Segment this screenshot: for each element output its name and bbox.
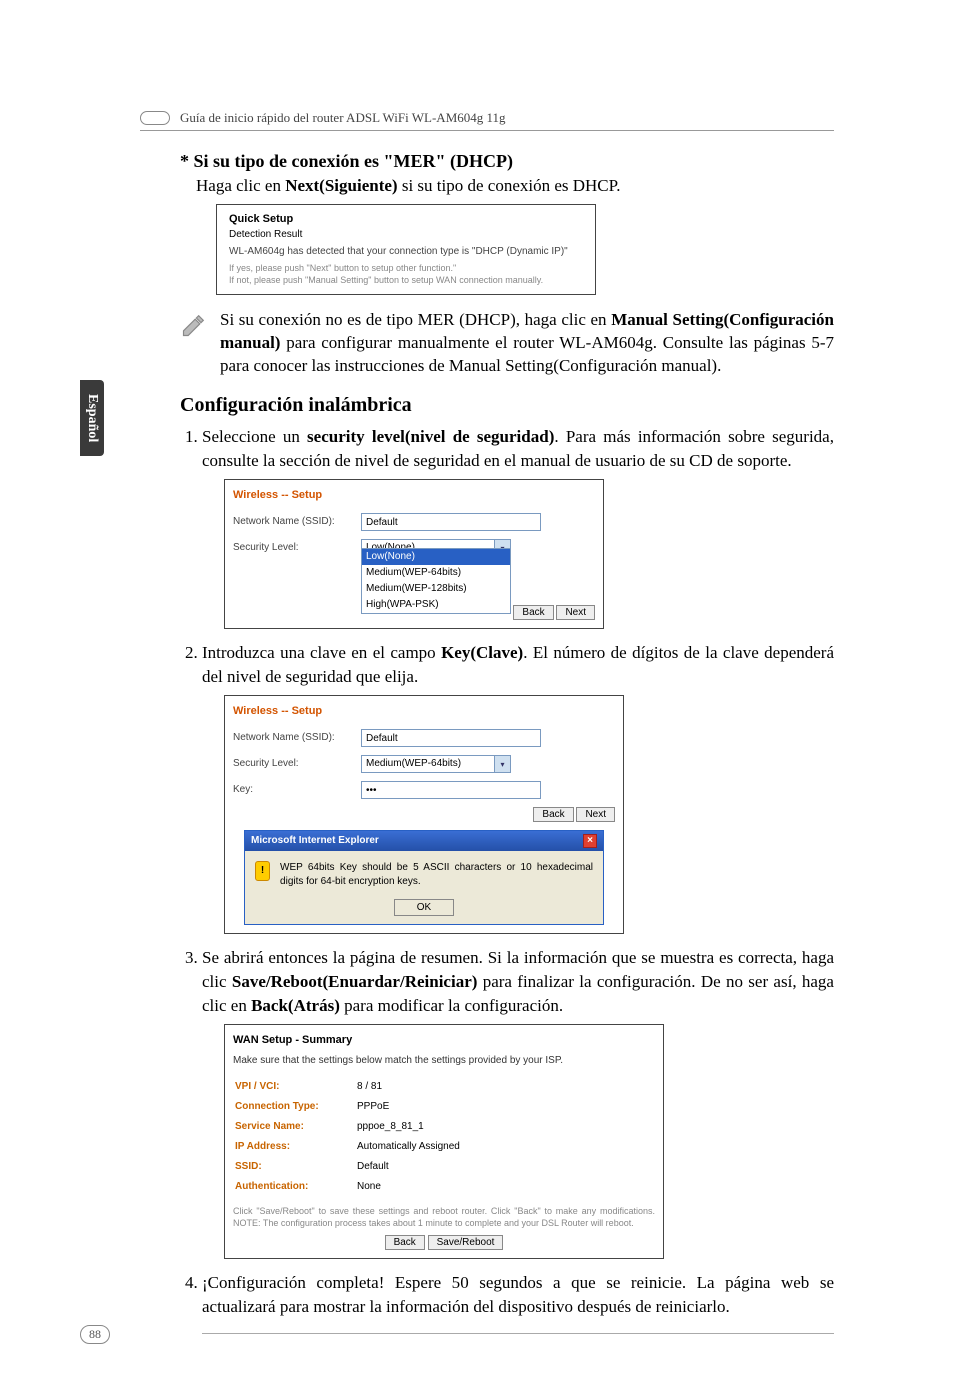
next-button[interactable]: Next [556, 605, 595, 620]
step-3: Se abrirá entonces la página de resumen.… [202, 946, 834, 1259]
security-level-select-2[interactable]: Medium(WEP-64bits) ▾ [361, 755, 511, 773]
quick-setup-screenshot: Quick Setup Detection Result WL-AM604g h… [216, 204, 596, 295]
language-tab: Español [80, 380, 104, 456]
mer-subtext: Haga clic en Next(Siguiente) si su tipo … [180, 176, 834, 196]
ws2-title: Wireless -- Setup [233, 704, 615, 719]
seclevel-label: Security Level: [233, 541, 353, 555]
step-1: Seleccione un security level(nivel de se… [202, 425, 834, 629]
next-button-2[interactable]: Next [576, 807, 615, 822]
security-dropdown[interactable]: Low(None) Medium(WEP-64bits) Medium(WEP-… [361, 548, 511, 614]
wan-summary-shot: WAN Setup - Summary Make sure that the s… [224, 1024, 664, 1260]
back-button[interactable]: Back [513, 605, 553, 620]
ws1-title: Wireless -- Setup [233, 488, 595, 503]
ssid-input-2[interactable] [361, 729, 541, 747]
save-reboot-button[interactable]: Save/Reboot [428, 1235, 504, 1250]
pencil-icon [180, 311, 208, 339]
option-wpa[interactable]: High(WPA-PSK) [362, 597, 510, 613]
option-wep64[interactable]: Medium(WEP-64bits) [362, 565, 510, 581]
router-icon [140, 111, 170, 125]
back-button-2[interactable]: Back [533, 807, 573, 822]
ok-button[interactable]: OK [394, 899, 454, 916]
qs-title: Quick Setup [229, 213, 583, 225]
ssid-label: Network Name (SSID): [233, 515, 353, 529]
ssid-label-2: Network Name (SSID): [233, 731, 353, 745]
mer-heading: * Si su tipo de conexión es "MER" (DHCP) [180, 151, 834, 172]
summary-title: WAN Setup - Summary [233, 1033, 655, 1048]
summary-back-button[interactable]: Back [385, 1235, 425, 1250]
table-row: Service Name:pppoe_8_81_1 [235, 1118, 468, 1136]
summary-table: VPI / VCI:8 / 81 Connection Type:PPPoE S… [233, 1076, 470, 1198]
step-2: Introduzca una clave en el campo Key(Cla… [202, 641, 834, 934]
manual-note: Si su conexión no es de tipo MER (DHCP),… [180, 309, 834, 378]
table-row: Authentication:None [235, 1178, 468, 1196]
step-4: ¡Configuración completa! Espere 50 segun… [202, 1271, 834, 1334]
seclevel-label-2: Security Level: [233, 757, 353, 771]
divider [202, 1333, 834, 1334]
ssid-input[interactable] [361, 513, 541, 531]
page-header: Guía de inicio rápido del router ADSL Wi… [140, 110, 834, 131]
warning-icon: ! [255, 861, 270, 881]
ie-dialog: Microsoft Internet Explorer × ! WEP 64bi… [244, 830, 604, 925]
qs-detect: WL-AM604g has detected that your connect… [229, 246, 583, 257]
guide-title: Guía de inicio rápido del router ADSL Wi… [180, 110, 506, 126]
qs-hint2: If not, please push "Manual Setting" but… [229, 275, 583, 287]
chevron-down-icon: ▾ [494, 756, 510, 772]
ie-message: WEP 64bits Key should be 5 ASCII charact… [280, 861, 593, 889]
ie-dialog-title: Microsoft Internet Explorer [251, 834, 379, 848]
key-input[interactable] [361, 781, 541, 799]
summary-note: Click "Save/Reboot" to save these settin… [233, 1206, 655, 1229]
close-icon[interactable]: × [583, 834, 597, 848]
summary-desc: Make sure that the settings below match … [233, 1054, 655, 1068]
table-row: Connection Type:PPPoE [235, 1098, 468, 1116]
wireless-setup-shot-1: Wireless -- Setup Network Name (SSID): S… [224, 479, 604, 629]
key-label: Key: [233, 783, 353, 797]
option-low[interactable]: Low(None) [362, 549, 510, 565]
table-row: SSID:Default [235, 1158, 468, 1176]
qs-hint1: If yes, please push "Next" button to set… [229, 263, 583, 275]
wireless-heading: Configuración inalámbrica [180, 394, 834, 417]
page-number: 88 [80, 1325, 110, 1344]
table-row: IP Address:Automatically Assigned [235, 1138, 468, 1156]
qs-subtitle: Detection Result [229, 229, 583, 240]
table-row: VPI / VCI:8 / 81 [235, 1078, 468, 1096]
option-wep128[interactable]: Medium(WEP-128bits) [362, 581, 510, 597]
wireless-setup-shot-2: Wireless -- Setup Network Name (SSID): S… [224, 695, 624, 934]
